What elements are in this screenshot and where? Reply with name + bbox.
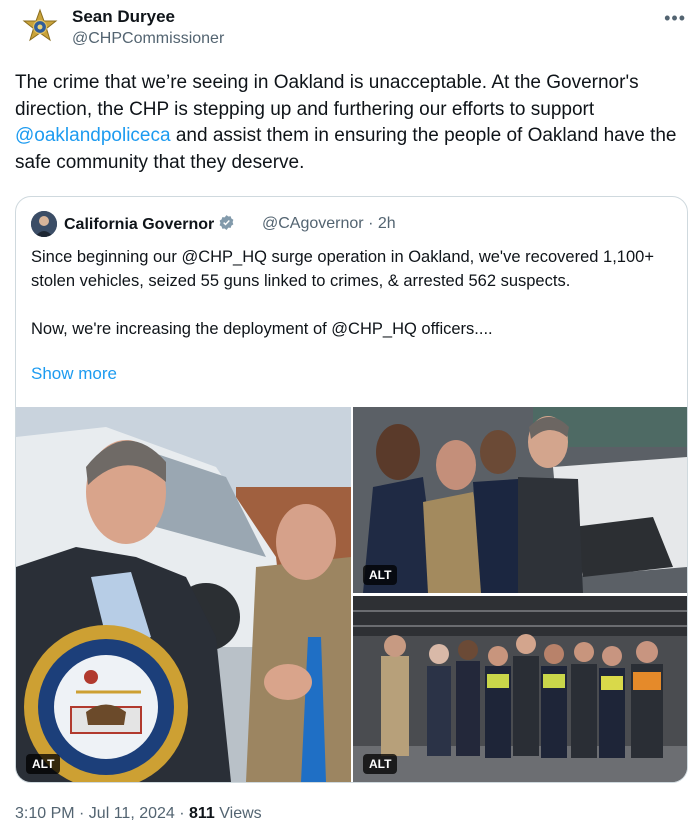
alt-badge[interactable]: ALT bbox=[363, 754, 398, 774]
quote-author-handle[interactable]: @CAgovernor · 2h bbox=[262, 215, 396, 233]
author-name[interactable]: Sean Duryee bbox=[72, 7, 175, 27]
quoted-tweet[interactable]: California Governor @CAgovernor · 2h Sin… bbox=[15, 196, 688, 783]
photo-group-garage[interactable]: ALT bbox=[353, 596, 687, 782]
quote-text: Since beginning our @CHP_HQ surge operat… bbox=[31, 248, 654, 338]
timestamp[interactable]: 3:10 PM · Jul 11, 2024 · bbox=[15, 805, 189, 822]
show-more-link[interactable]: Show more bbox=[31, 364, 117, 384]
alt-badge[interactable]: ALT bbox=[363, 565, 398, 585]
tweet-text-part: The crime that we’re seeing in Oakland i… bbox=[15, 72, 639, 120]
author-handle[interactable]: @CHPCommissioner bbox=[72, 30, 224, 48]
alt-badge[interactable]: ALT bbox=[26, 754, 61, 774]
verified-badge-icon bbox=[218, 214, 235, 236]
more-options-icon[interactable]: ••• bbox=[664, 8, 686, 29]
media-grid: ALT ALT ALT bbox=[16, 407, 687, 782]
quote-author-name-text: California Governor bbox=[64, 216, 215, 233]
tweet-footer: 3:10 PM · Jul 11, 2024 · 811 Views bbox=[15, 805, 262, 823]
photo-governor-speaking[interactable]: ALT bbox=[16, 407, 351, 782]
tweet-text: The crime that we’re seeing in Oakland i… bbox=[15, 70, 690, 176]
quote-author-name[interactable]: California Governor bbox=[64, 214, 235, 236]
quote-author-avatar[interactable] bbox=[31, 211, 57, 237]
author-avatar[interactable] bbox=[20, 8, 60, 48]
photo-officials-cars[interactable]: ALT bbox=[353, 407, 687, 593]
views-label: Views bbox=[214, 805, 262, 822]
views-count[interactable]: 811 bbox=[189, 805, 215, 822]
mention-link[interactable]: @oaklandpoliceca bbox=[15, 125, 171, 146]
